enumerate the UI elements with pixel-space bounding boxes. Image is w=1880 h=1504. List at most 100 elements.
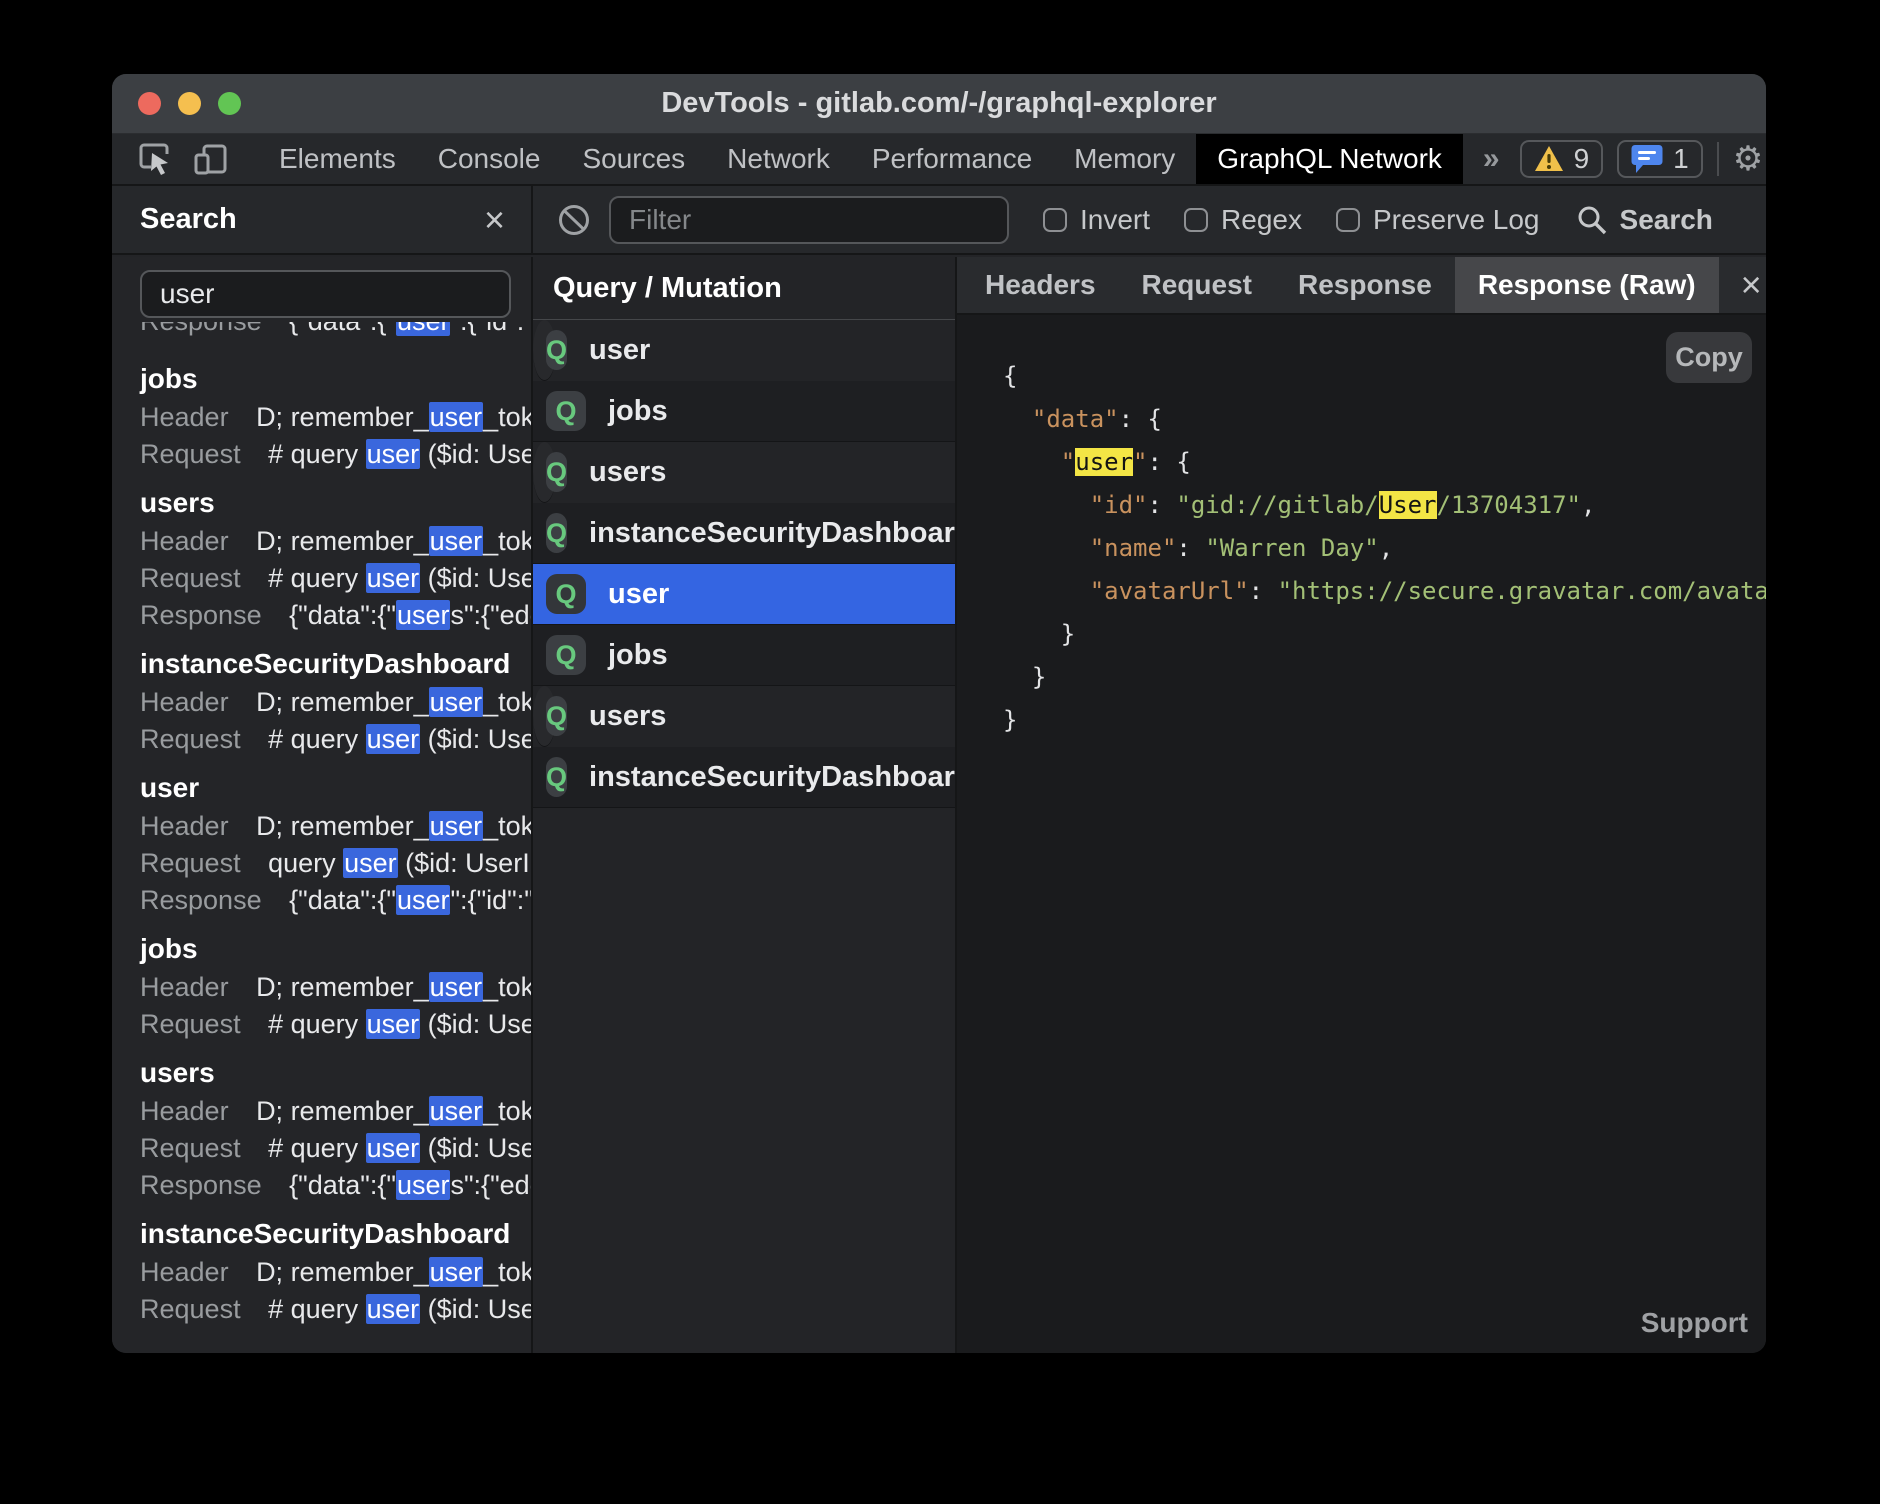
search-result-row[interactable]: Request # query user ($id: UserI: [112, 1291, 531, 1328]
network-filter-bar: Invert Regex Preserve Log Search: [533, 186, 1766, 253]
close-detail-icon[interactable]: ×: [1719, 257, 1766, 313]
messages-count: 1: [1673, 143, 1689, 175]
query-item[interactable]: Qjobs: [533, 625, 955, 686]
json-line: "name": "Warren Day",: [1003, 527, 1766, 570]
json-line: "id": "gid://gitlab/User/13704317",: [1003, 484, 1766, 527]
query-badge: Q: [546, 757, 567, 797]
settings-gear-icon[interactable]: ⚙: [1733, 142, 1763, 176]
search-result-row[interactable]: Header D; remember_user_token=e: [112, 1093, 531, 1130]
search-result-row[interactable]: Response {"data":{"users":{"edges: [112, 1167, 531, 1204]
search-result-row[interactable]: Request # query user ($id: UserI: [112, 560, 531, 597]
query-panel-title: Query / Mutation: [533, 257, 955, 320]
more-tabs-button[interactable]: »: [1463, 134, 1520, 184]
preserve-log-checkbox[interactable]: [1336, 208, 1360, 232]
result-section-title[interactable]: users: [112, 1053, 531, 1093]
result-section-title[interactable]: instanceSecurityDashboard: [112, 644, 531, 684]
search-result-row[interactable]: Header D; remember_user_token=e: [112, 808, 531, 845]
detail-tab-response-raw-[interactable]: Response (Raw): [1455, 257, 1719, 313]
search-toggle[interactable]: Search: [1576, 204, 1713, 236]
search-input[interactable]: [140, 270, 511, 318]
filter-input[interactable]: [609, 196, 1009, 244]
query-item[interactable]: Qusers: [533, 442, 556, 503]
support-link[interactable]: Support: [1641, 1307, 1748, 1339]
search-result-row[interactable]: Header D; remember_user_token=e: [112, 399, 531, 436]
search-panel-title: Search: [140, 203, 237, 236]
search-results-panel: Response {"data":{"user":{"id":"gid jobs…: [112, 257, 533, 1353]
result-section-title[interactable]: instanceSecurityDashboard: [112, 1214, 531, 1254]
result-section-title[interactable]: user: [112, 768, 531, 808]
search-result-row[interactable]: Request query user ($id: UserI: [112, 845, 531, 882]
close-search-icon[interactable]: ×: [484, 202, 505, 238]
detail-tab-response[interactable]: Response: [1275, 257, 1455, 313]
query-item[interactable]: Quser: [533, 564, 955, 625]
search-result-row[interactable]: Request # query user ($id: UserI: [112, 436, 531, 473]
inspect-element-icon[interactable]: [138, 141, 174, 177]
search-icon: [1576, 204, 1608, 236]
json-line: {: [1003, 355, 1766, 398]
search-result-row[interactable]: Request # query user ($id: UserI: [112, 1006, 531, 1043]
result-section-title[interactable]: users: [112, 483, 531, 523]
clipped-result-row[interactable]: Response {"data":{"user":{"id":"gid: [112, 322, 531, 349]
preserve-log-toggle[interactable]: Preserve Log: [1336, 204, 1540, 236]
tab-network[interactable]: Network: [706, 134, 851, 184]
device-toolbar-icon[interactable]: [192, 141, 228, 177]
query-badge: Q: [546, 391, 586, 431]
tab-graphql-network[interactable]: GraphQL Network: [1196, 134, 1463, 184]
tab-performance[interactable]: Performance: [851, 134, 1053, 184]
query-item-label: user: [608, 578, 669, 611]
search-result-section: instanceSecurityDashboardHeader D; remem…: [112, 644, 531, 758]
search-result-row[interactable]: Header D; remember_user_token=e: [112, 523, 531, 560]
response-raw-json: { "data": { "user": { "id": "gid://gitla…: [957, 315, 1766, 1353]
query-item[interactable]: Quser: [533, 320, 556, 381]
result-section-title[interactable]: jobs: [112, 359, 531, 399]
search-result-section: jobsHeader D; remember_user_token=eReque…: [112, 359, 531, 473]
search-result-row[interactable]: Header D; remember_user_token=e: [112, 1254, 531, 1291]
regex-checkbox[interactable]: [1184, 208, 1208, 232]
search-result-row[interactable]: Request # query user ($id: UserI: [112, 721, 531, 758]
window-title: DevTools - gitlab.com/-/graphql-explorer: [112, 87, 1766, 120]
regex-filter-toggle[interactable]: Regex: [1184, 204, 1302, 236]
query-item-label: instanceSecurityDashboard: [589, 761, 957, 794]
title-bar: DevTools - gitlab.com/-/graphql-explorer: [112, 74, 1766, 134]
query-item[interactable]: QinstanceSecurityDashboard: [533, 747, 955, 808]
tab-elements[interactable]: Elements: [258, 134, 417, 184]
detail-tab-request[interactable]: Request: [1119, 257, 1275, 313]
search-result-row[interactable]: Response {"data":{"user":{"id":"gi: [112, 882, 531, 919]
search-result-section: usersHeader D; remember_user_token=eRequ…: [112, 483, 531, 634]
json-line: "data": {: [1003, 398, 1766, 441]
warnings-badge[interactable]: 9: [1520, 140, 1604, 178]
query-item-label: instanceSecurityDashboard: [589, 517, 957, 550]
invert-filter-toggle[interactable]: Invert: [1043, 204, 1150, 236]
detail-panel: HeadersRequestResponseResponse (Raw) × C…: [957, 257, 1766, 1353]
detail-tabbar: HeadersRequestResponseResponse (Raw) ×: [957, 257, 1766, 315]
query-item-label: jobs: [608, 395, 668, 428]
invert-checkbox[interactable]: [1043, 208, 1067, 232]
tab-memory[interactable]: Memory: [1053, 134, 1196, 184]
messages-badge[interactable]: 1: [1617, 140, 1703, 178]
search-result-section: instanceSecurityDashboardHeader D; remem…: [112, 1214, 531, 1328]
warnings-count: 9: [1574, 143, 1590, 175]
detail-tab-headers[interactable]: Headers: [962, 257, 1119, 313]
clear-icon[interactable]: [557, 203, 591, 237]
toolbar-row: Search × Invert Regex Preserve Log: [112, 186, 1766, 255]
json-line: }: [1003, 656, 1766, 699]
query-badge: Q: [546, 330, 567, 370]
search-results-list: Response {"data":{"user":{"id":"gid jobs…: [112, 322, 531, 1328]
warning-icon: [1534, 145, 1564, 173]
query-item[interactable]: QinstanceSecurityDashboard: [533, 503, 955, 564]
search-result-row[interactable]: Header D; remember_user_token=e: [112, 969, 531, 1006]
search-result-row[interactable]: Response {"data":{"users":{"edges: [112, 597, 531, 634]
query-item-label: user: [589, 334, 650, 367]
search-result-row[interactable]: Header D; remember_user_token=e: [112, 684, 531, 721]
devtools-window: DevTools - gitlab.com/-/graphql-explorer…: [112, 74, 1766, 1353]
search-result-row[interactable]: Request # query user ($id: UserI: [112, 1130, 531, 1167]
query-badge: Q: [546, 574, 586, 614]
query-item[interactable]: Qjobs: [533, 381, 955, 442]
query-mutation-panel: Query / Mutation QuserQjobsQusersQinstan…: [533, 257, 957, 1353]
query-list: QuserQjobsQusersQinstanceSecurityDashboa…: [533, 320, 955, 808]
tab-console[interactable]: Console: [417, 134, 562, 184]
query-item[interactable]: Qusers: [533, 686, 556, 747]
query-badge: Q: [546, 696, 567, 736]
tab-sources[interactable]: Sources: [561, 134, 706, 184]
result-section-title[interactable]: jobs: [112, 929, 531, 969]
